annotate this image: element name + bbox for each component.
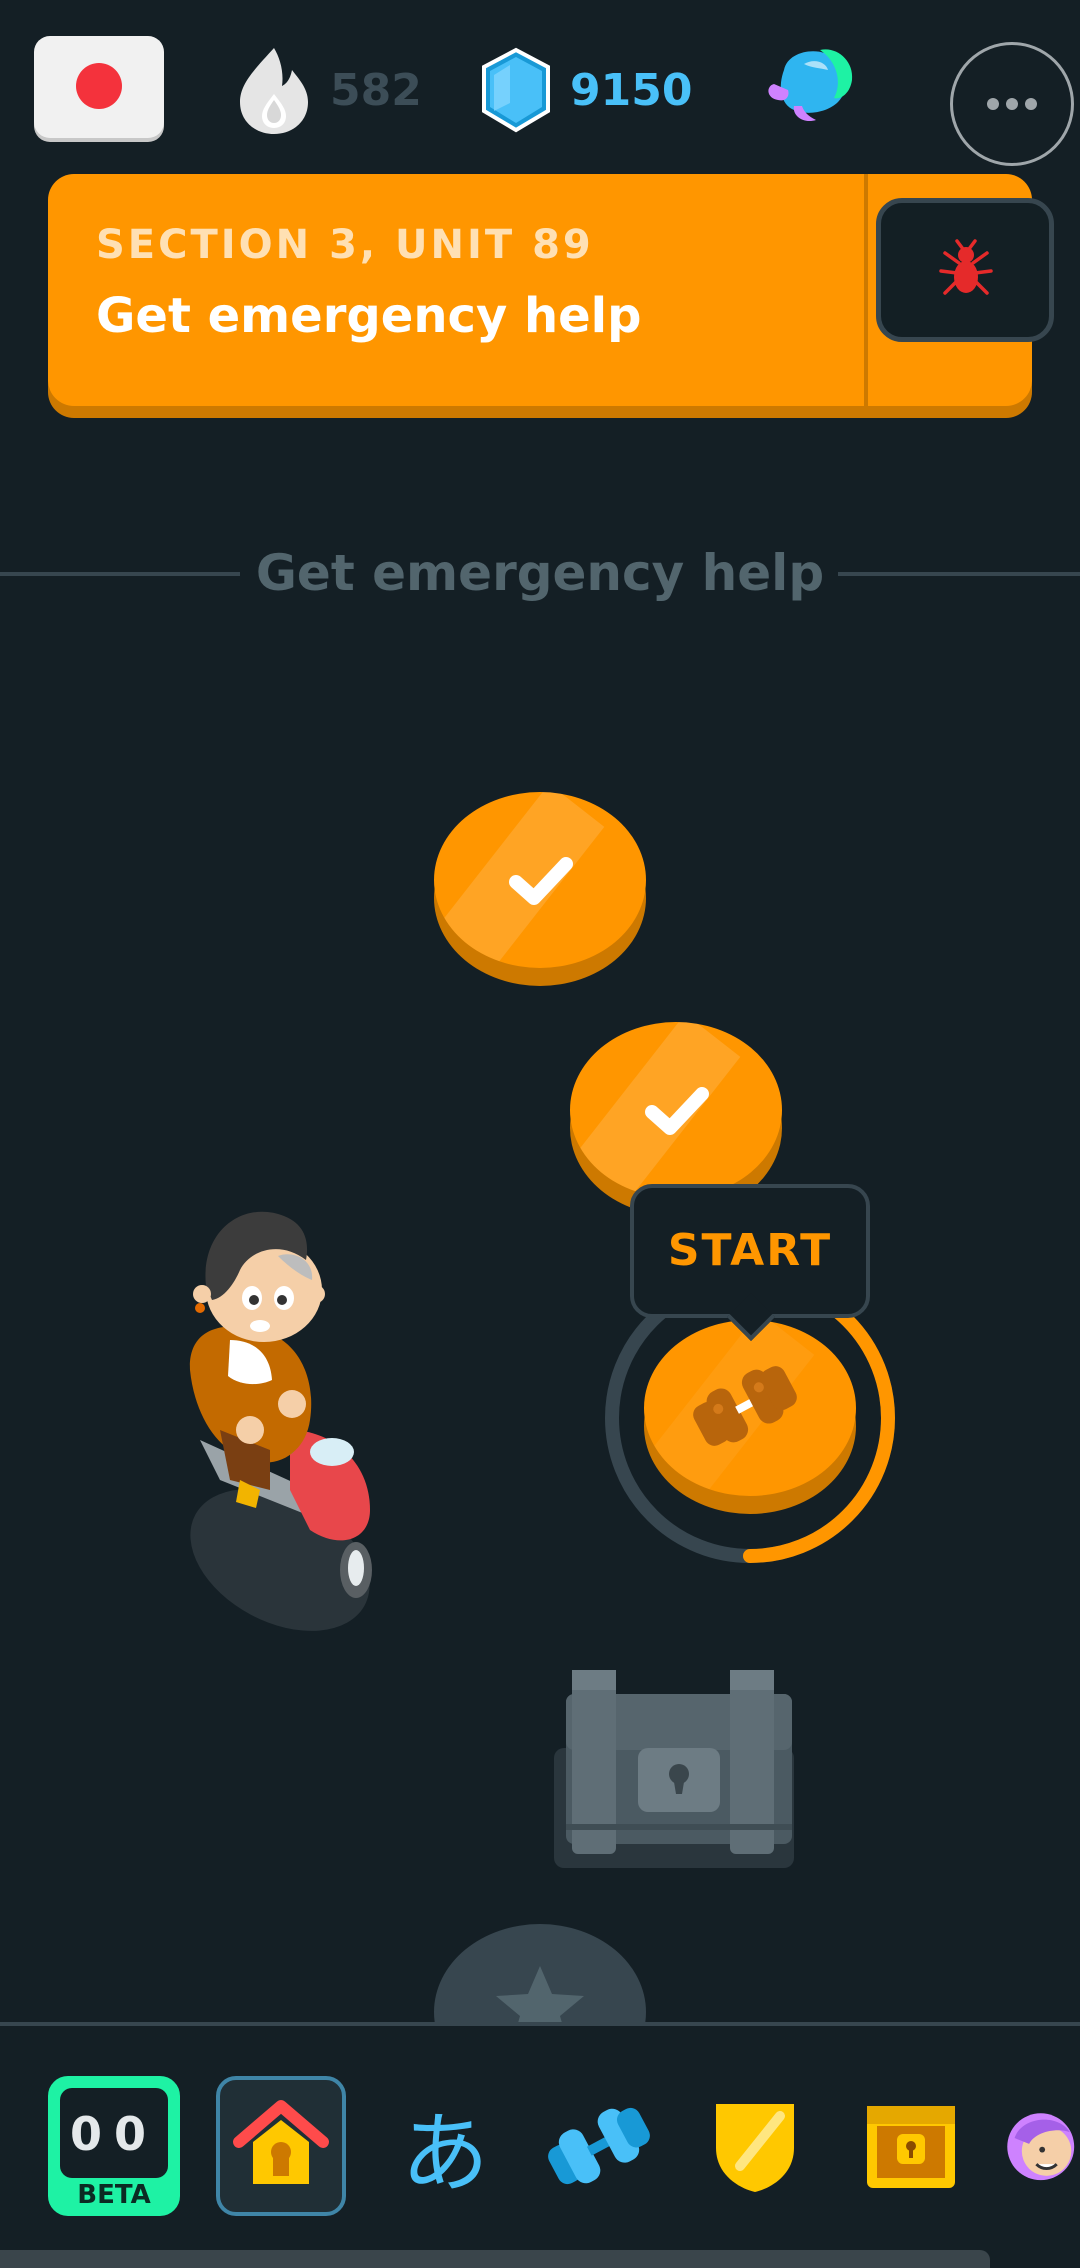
gems-counter[interactable]: 9150 [480, 40, 692, 140]
nav-leagues[interactable] [690, 2076, 820, 2216]
flame-icon [240, 48, 308, 134]
banner-divider [864, 174, 868, 406]
japanese-flag-icon [76, 63, 122, 109]
super-hearts-button[interactable] [764, 40, 864, 140]
more-options-button[interactable] [950, 42, 1074, 166]
home-icon [233, 2100, 329, 2184]
duo-character-on-scooter [189, 1211, 372, 1631]
quest-chest-icon [867, 2106, 955, 2188]
bottom-navigation: 00 BETA あ [0, 2026, 1080, 2268]
nav-practice[interactable] [534, 2076, 664, 2216]
course-flag-button[interactable] [34, 36, 164, 138]
more-icon [987, 98, 1037, 110]
nav-characters[interactable]: あ [380, 2076, 510, 2216]
dumbbell-nav-icon [548, 2107, 650, 2185]
dumbbell-icon [693, 1366, 797, 1446]
lesson-node-locked-star[interactable] [434, 1924, 646, 2022]
checkmark-icon [645, 1087, 709, 1135]
nav-profile[interactable] [1000, 2076, 1080, 2216]
beta-screen: 00 [60, 2088, 168, 2178]
treasure-chest-icon[interactable] [554, 1664, 804, 1874]
unit-guide-button[interactable] [876, 198, 1054, 342]
checkmark-icon [509, 857, 573, 905]
gems-count: 9150 [570, 64, 693, 116]
nav-quests[interactable] [846, 2076, 976, 2216]
gem-icon [482, 47, 550, 133]
start-tooltip[interactable]: START [630, 1184, 870, 1342]
nav-video-call[interactable]: 00 BETA [48, 2076, 180, 2216]
super-heart-icon [768, 49, 853, 122]
shield-icon [716, 2104, 794, 2192]
streak-count: 582 [330, 64, 422, 116]
system-home-indicator [0, 2250, 990, 2268]
section-unit-label: SECTION 3, UNIT 89 [96, 222, 594, 268]
start-label: START [667, 1225, 833, 1276]
nav-learn[interactable] [216, 2076, 346, 2216]
beta-label: BETA [77, 2180, 151, 2210]
star-icon [496, 1966, 584, 2022]
lesson-node-completed-1[interactable] [434, 792, 646, 986]
bug-icon [939, 239, 993, 295]
lesson-node-current[interactable] [644, 1320, 856, 1514]
avatar-icon [1007, 2113, 1075, 2181]
kana-icon: あ [400, 2101, 489, 2205]
unit-title: Get emergency help [96, 288, 642, 344]
streak-counter[interactable]: 582 [236, 40, 422, 140]
unit-path-header: Get emergency help [255, 544, 825, 602]
